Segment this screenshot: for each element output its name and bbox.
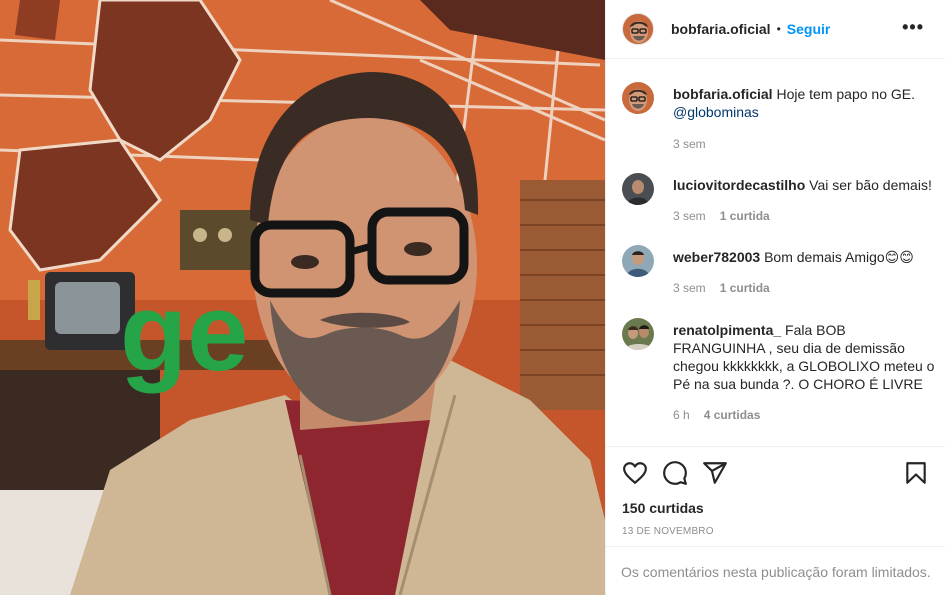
comment-likes[interactable]: 4 curtidas xyxy=(704,408,761,422)
comment-likes[interactable]: 1 curtida xyxy=(720,209,770,223)
caption-mention[interactable]: @globominas xyxy=(673,104,759,120)
action-bar xyxy=(606,446,945,496)
post-image: ge xyxy=(0,0,605,595)
ge-sign: ge xyxy=(120,271,248,394)
share-icon[interactable] xyxy=(702,460,728,486)
comments-limited-notice: Os comentários nesta publicação foram li… xyxy=(606,546,945,595)
likes-count[interactable]: 150 curtidas xyxy=(622,500,704,516)
commenter-avatar[interactable] xyxy=(622,318,654,350)
comment-username[interactable]: renatolpimenta_ xyxy=(673,322,781,338)
caption-avatar[interactable] xyxy=(622,82,654,114)
bookmark-icon[interactable] xyxy=(903,460,929,486)
author-username[interactable]: bobfaria.oficial xyxy=(671,21,771,37)
comment-icon[interactable] xyxy=(662,460,688,486)
post-header: bobfaria.oficial • Seguir ••• xyxy=(606,0,945,59)
heart-icon[interactable] xyxy=(622,460,648,486)
header-separator: • xyxy=(776,22,781,36)
comment-time[interactable]: 6 h xyxy=(673,408,690,422)
comment-time[interactable]: 3 sem xyxy=(673,281,706,295)
caption-time[interactable]: 3 sem xyxy=(673,137,706,151)
comment-username[interactable]: luciovitordecastilho xyxy=(673,177,805,193)
author-avatar[interactable] xyxy=(622,13,654,45)
more-options-icon[interactable]: ••• xyxy=(902,18,924,36)
post-photo[interactable]: ge xyxy=(0,0,605,595)
commenter-avatar[interactable] xyxy=(622,173,654,205)
comment-text: Vai ser bão demais! xyxy=(805,177,932,193)
comment-text: Bom demais Amigo😊😊 xyxy=(760,249,914,265)
comment-time[interactable]: 3 sem xyxy=(673,209,706,223)
caption-username[interactable]: bobfaria.oficial xyxy=(673,86,773,102)
post-date[interactable]: 13 de novembro xyxy=(622,526,714,537)
comment-likes[interactable]: 1 curtida xyxy=(720,281,770,295)
comment-username[interactable]: weber782003 xyxy=(673,249,760,265)
comments-list[interactable]: bobfaria.oficial Hoje tem papo no GE. @g… xyxy=(606,60,945,445)
post-side-panel: bobfaria.oficial • Seguir ••• bobfaria.o… xyxy=(605,0,945,595)
caption-text: Hoje tem papo no GE. xyxy=(772,86,915,102)
commenter-avatar[interactable] xyxy=(622,245,654,277)
follow-button[interactable]: Seguir xyxy=(787,21,831,37)
